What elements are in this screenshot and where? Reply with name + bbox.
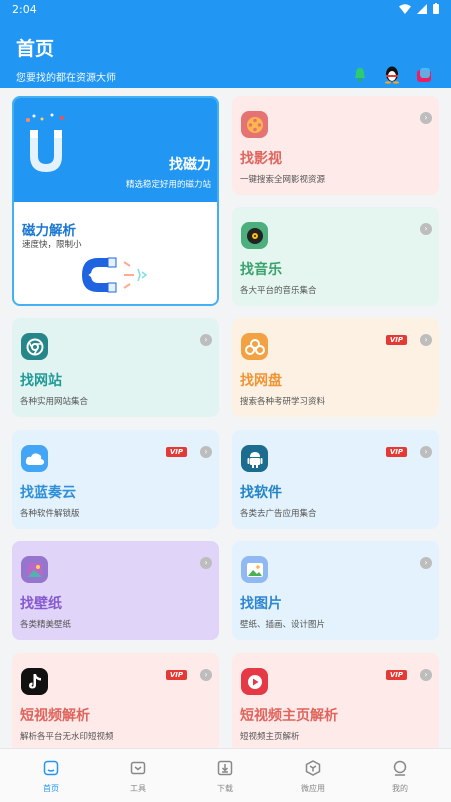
nav-label: 工具 — [130, 784, 146, 793]
bell-icon[interactable] — [351, 66, 369, 84]
card-short-video-homepage-parse[interactable]: VIP › 短视频主页解析 短视频主页解析 — [232, 653, 439, 748]
nav-item-micro-apps[interactable]: 微应用 — [283, 759, 343, 794]
chevron-right-icon: › — [420, 669, 432, 681]
cloud-icon — [21, 445, 48, 472]
vip-badge: VIP — [385, 670, 407, 680]
nav-item-downloads[interactable]: 下载 — [195, 759, 255, 794]
picture-icon — [241, 556, 268, 583]
card-title: 找音乐 — [240, 262, 282, 278]
status-bar: 2:04 — [0, 0, 451, 22]
signal-icon — [417, 3, 427, 14]
qq-penguin-icon[interactable] — [383, 66, 401, 84]
card-title: 找网站 — [20, 373, 62, 389]
chevron-right-icon: › — [200, 446, 212, 458]
home-icon — [42, 759, 60, 777]
card-title: 找图片 — [240, 596, 282, 612]
toolbox-icon — [129, 759, 147, 777]
card-description: 各类去广告应用集合 — [240, 509, 317, 519]
app-header: 首页 您要找的都在资源大师 — [0, 22, 451, 88]
chevron-right-icon: › — [420, 446, 432, 458]
card-find-software[interactable]: VIP › 找软件 各类去广告应用集合 — [232, 430, 439, 529]
card-title: 短视频主页解析 — [240, 708, 338, 724]
play-button-icon — [241, 668, 268, 695]
nav-item-tools[interactable]: 工具 — [108, 759, 168, 794]
feature-grid: 找磁力 精选稳定好用的磁力站 磁力解析 速度快，限制小 › 找影视 一键搜索全网… — [0, 88, 451, 748]
card-description: 壁纸、插画、设计图片 — [240, 620, 326, 630]
status-time: 2:04 — [12, 3, 37, 16]
card-title: 找蓝奏云 — [20, 485, 76, 501]
nav-label: 我的 — [392, 784, 408, 793]
card-find-images[interactable]: › 找图片 壁纸、插画、设计图片 — [232, 541, 439, 640]
battery-icon — [433, 3, 439, 14]
bottom-nav: 首页 工具 下载 微应用 我的 — [0, 748, 451, 802]
magnet-parse-subtitle: 速度快，限制小 — [22, 240, 82, 250]
card-find-cloud-drive[interactable]: VIP › 找网盘 搜索各种考研学习资料 — [232, 318, 439, 417]
system-icons — [399, 3, 439, 14]
card-find-wallpapers[interactable]: › 找壁纸 各类精美壁纸 — [12, 541, 219, 640]
nav-label: 微应用 — [301, 784, 325, 793]
vip-badge: VIP — [385, 335, 407, 345]
horseshoe-magnet-icon — [82, 257, 148, 293]
chevron-right-icon: › — [200, 669, 212, 681]
nav-item-profile[interactable]: 我的 — [370, 759, 430, 794]
nav-item-home[interactable]: 首页 — [21, 759, 81, 794]
vip-badge: VIP — [385, 447, 407, 457]
magnet-card-banner[interactable]: 找磁力 精选稳定好用的磁力站 — [14, 98, 217, 202]
download-icon — [216, 759, 234, 777]
card-title: 找影视 — [240, 151, 282, 167]
chevron-right-icon: › — [420, 112, 432, 124]
vinyl-record-icon — [241, 222, 268, 249]
page-title: 首页 — [16, 38, 55, 60]
film-reel-icon — [241, 111, 268, 138]
card-find-music[interactable]: › 找音乐 各大平台的音乐集合 — [232, 207, 439, 306]
magnet-illustration-icon — [26, 113, 64, 172]
magnet-card[interactable]: 找磁力 精选稳定好用的磁力站 磁力解析 速度快，限制小 — [12, 96, 219, 306]
card-description: 各种实用网站集合 — [20, 397, 89, 407]
cloud-drive-icon — [241, 333, 268, 360]
card-description: 解析各平台无水印短视频 — [20, 732, 114, 742]
nav-label: 下载 — [217, 784, 233, 793]
card-description: 各大平台的音乐集合 — [240, 286, 317, 296]
magnet-parse-title: 磁力解析 — [22, 223, 76, 239]
micro-app-icon — [304, 759, 322, 777]
vip-badge: VIP — [165, 447, 187, 457]
card-title: 找壁纸 — [20, 596, 62, 612]
page-subtitle: 您要找的都在资源大师 — [16, 73, 116, 84]
user-icon — [391, 759, 409, 777]
gift-icon[interactable] — [415, 66, 433, 84]
chevron-right-icon: › — [420, 334, 432, 346]
magnet-subtitle: 精选稳定好用的磁力站 — [125, 180, 211, 190]
card-description: 一键搜索全网影视资源 — [240, 175, 326, 185]
card-title: 短视频解析 — [20, 708, 90, 724]
chrome-browser-icon — [21, 333, 48, 360]
tiktok-icon — [21, 668, 48, 695]
android-icon — [241, 445, 268, 472]
card-description: 各种软件解锁版 — [20, 509, 80, 519]
nav-label: 首页 — [43, 784, 59, 793]
chevron-right-icon: › — [420, 557, 432, 569]
card-description: 搜索各种考研学习资料 — [240, 397, 326, 407]
card-title: 找网盘 — [240, 373, 282, 389]
chevron-right-icon: › — [200, 334, 212, 346]
card-find-websites[interactable]: › 找网站 各种实用网站集合 — [12, 318, 219, 417]
chevron-right-icon: › — [200, 557, 212, 569]
card-find-movies[interactable]: › 找影视 一键搜索全网影视资源 — [232, 96, 439, 195]
magnet-title: 找磁力 — [169, 157, 211, 173]
chevron-right-icon: › — [420, 223, 432, 235]
card-description: 各类精美壁纸 — [20, 620, 72, 630]
card-description: 短视频主页解析 — [240, 732, 300, 742]
card-title: 找软件 — [240, 485, 282, 501]
wallpaper-icon — [21, 556, 48, 583]
vip-badge: VIP — [165, 670, 187, 680]
header-actions — [351, 66, 433, 84]
wifi-icon — [399, 3, 411, 14]
card-find-lanzou-cloud[interactable]: VIP › 找蓝奏云 各种软件解锁版 — [12, 430, 219, 529]
card-short-video-parse[interactable]: VIP › 短视频解析 解析各平台无水印短视频 — [12, 653, 219, 748]
